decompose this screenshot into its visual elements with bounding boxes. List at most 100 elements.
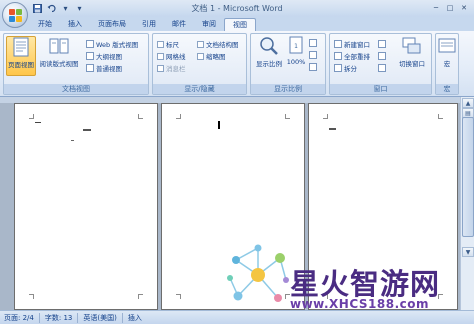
message-bar-checkbox[interactable]: 消息栏 bbox=[157, 63, 186, 73]
reset-window-icon bbox=[378, 64, 386, 72]
page-width-button[interactable] bbox=[309, 62, 317, 72]
status-page[interactable]: 页面: 2/4 bbox=[4, 313, 34, 323]
split-button[interactable]: 拆分 bbox=[334, 63, 357, 73]
tab-page-layout[interactable]: 页面布局 bbox=[90, 18, 134, 31]
web-layout-icon bbox=[86, 40, 94, 48]
margin-corner bbox=[138, 114, 143, 119]
scroll-down-icon[interactable]: ▼ bbox=[462, 247, 474, 257]
status-separator bbox=[121, 312, 123, 323]
doc-map-label: 文档结构图 bbox=[206, 41, 239, 49]
office-logo-icon bbox=[9, 9, 22, 22]
side-by-side-button[interactable] bbox=[378, 39, 386, 49]
full-screen-reading-button[interactable]: 阅读版式视图 bbox=[38, 36, 80, 76]
status-words[interactable]: 字数: 13 bbox=[45, 313, 73, 323]
draft-label: 普通视图 bbox=[96, 65, 122, 73]
zoom-100-label: 100% bbox=[286, 58, 306, 66]
scroll-thumb[interactable] bbox=[462, 117, 474, 237]
thumbnails-checkbox[interactable]: 缩略图 bbox=[197, 51, 226, 61]
arrange-all-label: 全部重排 bbox=[344, 53, 370, 61]
switch-window-button[interactable]: 切换窗口 bbox=[394, 36, 430, 76]
web-layout-label: Web 版式视图 bbox=[96, 41, 139, 49]
minimize-button[interactable]: ─ bbox=[430, 2, 442, 13]
macro-icon bbox=[438, 38, 456, 53]
group-show-hide: 标尺 网格线 消息栏 文档结构图 缩略图 显示/隐藏 bbox=[152, 33, 247, 95]
svg-text:1: 1 bbox=[294, 43, 298, 50]
tab-references[interactable]: 引用 bbox=[134, 18, 164, 31]
print-layout-button[interactable]: 页面视图 bbox=[6, 36, 36, 76]
margin-corner bbox=[29, 294, 34, 299]
customize-icon[interactable]: ▾ bbox=[74, 3, 85, 14]
status-language[interactable]: 英语(美国) bbox=[83, 313, 116, 323]
group-macros: 宏 宏 bbox=[435, 33, 459, 95]
status-separator bbox=[77, 312, 79, 323]
text-mark bbox=[35, 122, 41, 123]
tab-mailings[interactable]: 邮件 bbox=[164, 18, 194, 31]
vertical-scrollbar[interactable]: ▲ ▤ ▼ bbox=[460, 97, 474, 310]
doc-map-check-icon bbox=[197, 40, 204, 48]
maximize-button[interactable]: □ bbox=[444, 2, 456, 13]
text-mark bbox=[329, 128, 336, 130]
save-icon[interactable] bbox=[32, 3, 43, 14]
thumbnails-label: 缩略图 bbox=[206, 53, 226, 61]
group-label-show-hide: 显示/隐藏 bbox=[153, 84, 246, 94]
new-window-label: 新建窗口 bbox=[344, 41, 370, 49]
page-1[interactable] bbox=[14, 103, 158, 310]
quick-access-toolbar: ▾ ▾ bbox=[32, 3, 85, 14]
margin-corner bbox=[438, 114, 443, 119]
macros-label: 宏 bbox=[443, 60, 451, 68]
margin-corner bbox=[138, 294, 143, 299]
group-label-document-views: 文档视图 bbox=[4, 84, 148, 94]
ribbon: 页面视图 阅读版式视图 Web 版式视图 大纲视图 普通视图 文档视图 标尺 网… bbox=[0, 31, 474, 97]
group-zoom: 显示比例 1 100% 显示比例 bbox=[250, 33, 326, 95]
sync-scroll-icon bbox=[378, 52, 386, 60]
sync-scroll-button[interactable] bbox=[378, 51, 386, 61]
close-button[interactable]: ✕ bbox=[458, 2, 470, 13]
two-pages-button[interactable] bbox=[309, 50, 317, 60]
group-label-window: 窗口 bbox=[330, 84, 431, 94]
new-window-button[interactable]: 新建窗口 bbox=[334, 39, 370, 49]
watermark-url: www.XHCS188.com bbox=[290, 297, 429, 311]
tab-home[interactable]: 开始 bbox=[30, 18, 60, 31]
office-button[interactable] bbox=[2, 2, 28, 28]
reading-label: 阅读版式视图 bbox=[39, 60, 79, 68]
split-label: 拆分 bbox=[344, 65, 357, 73]
split-icon bbox=[334, 64, 342, 72]
ribbon-tabs: 开始 插入 页面布局 引用 邮件 审阅 视图 bbox=[0, 17, 474, 31]
print-layout-icon bbox=[13, 37, 29, 57]
draft-button[interactable]: 普通视图 bbox=[86, 63, 122, 73]
draft-icon bbox=[86, 64, 94, 72]
side-by-side-icon bbox=[378, 40, 386, 48]
magnifier-icon bbox=[260, 37, 278, 55]
group-label-zoom: 显示比例 bbox=[251, 84, 325, 94]
scroll-up-icon[interactable]: ▲ bbox=[462, 98, 474, 108]
dropdown-icon[interactable]: ▾ bbox=[60, 3, 71, 14]
text-mark bbox=[83, 129, 91, 131]
margin-corner bbox=[29, 114, 34, 119]
undo-icon[interactable] bbox=[46, 3, 57, 14]
margin-corner bbox=[176, 114, 181, 119]
tab-view[interactable]: 视图 bbox=[224, 18, 256, 31]
tab-review[interactable]: 审阅 bbox=[194, 18, 224, 31]
margin-corner bbox=[285, 114, 290, 119]
status-separator bbox=[38, 312, 40, 323]
tab-insert[interactable]: 插入 bbox=[60, 18, 90, 31]
ruler-checkbox[interactable]: 标尺 bbox=[157, 39, 179, 49]
doc-map-checkbox[interactable]: 文档结构图 bbox=[197, 39, 239, 49]
outline-button[interactable]: 大纲视图 bbox=[86, 51, 122, 61]
one-page-button[interactable] bbox=[309, 38, 317, 48]
macros-button[interactable]: 宏 bbox=[436, 36, 458, 76]
two-pages-icon bbox=[309, 51, 317, 59]
switch-window-icon bbox=[402, 37, 421, 54]
reset-window-button[interactable] bbox=[378, 63, 386, 73]
arrange-all-button[interactable]: 全部重排 bbox=[334, 51, 370, 61]
zoom-button[interactable]: 显示比例 bbox=[253, 36, 285, 76]
status-mode[interactable]: 插入 bbox=[128, 313, 142, 323]
gridlines-checkbox[interactable]: 网格线 bbox=[157, 51, 186, 61]
margin-corner bbox=[176, 294, 181, 299]
window-controls: ─ □ ✕ bbox=[430, 2, 470, 13]
arrange-all-icon bbox=[334, 52, 342, 60]
web-layout-button[interactable]: Web 版式视图 bbox=[86, 39, 138, 49]
message-bar-check-icon bbox=[157, 64, 164, 72]
one-page-icon bbox=[309, 39, 317, 47]
zoom-100-button[interactable]: 1 100% bbox=[285, 36, 307, 76]
